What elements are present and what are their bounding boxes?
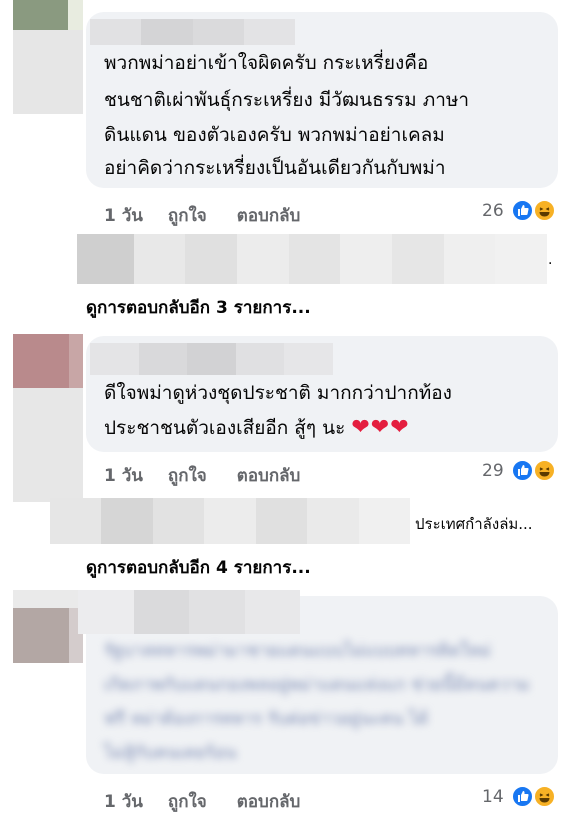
reaction-count[interactable]: 29: [482, 461, 504, 481]
view-more-replies-link[interactable]: ดูการตอบกลับอีก 3 รายการ...: [86, 294, 311, 321]
avatar[interactable]: [13, 334, 83, 388]
avatar-edge: [68, 0, 83, 30]
heart-emoji: ❤❤❤: [351, 415, 410, 440]
commenter-name-redacted[interactable]: [90, 343, 333, 375]
comment-time[interactable]: 1 วัน: [104, 202, 143, 229]
like-reaction-icon: [511, 459, 534, 482]
reply-button[interactable]: ตอบกลับ: [237, 202, 301, 229]
blurred-comment-line: ฟรี หม่าต้องการทหาร รับต่อข่าวอยู่นะคน ไ…: [104, 709, 429, 729]
haha-reaction-icon: [533, 785, 556, 808]
reply-button[interactable]: ตอบกลับ: [237, 462, 301, 489]
reply-preview-redacted[interactable]: [50, 498, 410, 544]
comment-actions: 1 วัน ถูกใจ ตอบกลับ: [104, 788, 300, 815]
blurred-comment-line: รัฐบาลทหารพม่ามาชายแดนแบบไม่แบบทหารคิดให…: [104, 641, 491, 661]
comment-actions: 1 วัน ถูกใจ ตอบกลับ: [104, 462, 300, 489]
blurred-comment-line: เกิดภาพกับแดนกองพลอยู่พม่าแดนแห่งแก ช่วย…: [104, 675, 530, 695]
avatar-lower-block: [13, 30, 83, 114]
comment-text-line: ชนชาติเผ่าพันธุ์กระเหรี่ยง มีวัฒนธรรม ภา…: [104, 89, 470, 111]
view-more-replies-link[interactable]: ดูการตอบกลับอีก 4 รายการ...: [86, 554, 311, 581]
reply-preview-text: .: [548, 252, 553, 268]
reply-button[interactable]: ตอบกลับ: [237, 788, 301, 815]
avatar[interactable]: [13, 608, 83, 663]
haha-reaction-icon: [533, 459, 556, 482]
like-reaction-icon: [511, 199, 534, 222]
comment-text-fragment: ประชาชนตัวเองเสียอีก สู้ๆ นะ: [104, 417, 346, 439]
haha-reaction-icon: [533, 199, 556, 222]
like-reaction-icon: [511, 785, 534, 808]
comment-text-line: อย่าคิดว่ากระเหรี่ยงเป็นอันเดียวกันกับพม…: [104, 157, 446, 179]
comment-actions: 1 วัน ถูกใจ ตอบกลับ: [104, 202, 300, 229]
like-button[interactable]: ถูกใจ: [168, 202, 207, 229]
comment-time[interactable]: 1 วัน: [104, 788, 143, 815]
comment-text-line: ประชาชนตัวเองเสียอีก สู้ๆ นะ ❤❤❤: [104, 409, 410, 447]
comment-time[interactable]: 1 วัน: [104, 462, 143, 489]
reaction-count[interactable]: 26: [482, 201, 504, 221]
comment-text-line: ดินแดน ของตัวเองครับ พวกพม่าอย่าเคลม: [104, 124, 445, 146]
avatar-upper-block: [13, 590, 83, 608]
blurred-comment-line: ไม่สู้กับคนเคยร้อน: [104, 743, 237, 763]
reply-preview-redacted[interactable]: [77, 234, 547, 284]
reply-preview-text: ประเทศกำลังล่ม...: [415, 515, 533, 533]
comment-text-line: ดีใจพม่าดูห่วงชุดประชาติ มากกว่าปากท้อง: [104, 382, 452, 404]
avatar-lower-block: [13, 388, 83, 502]
like-button[interactable]: ถูกใจ: [168, 462, 207, 489]
reaction-count[interactable]: 14: [482, 787, 504, 807]
commenter-name-redacted[interactable]: [78, 590, 300, 634]
like-button[interactable]: ถูกใจ: [168, 788, 207, 815]
comment-text-line: พวกพม่าอย่าเข้าใจผิดครับ กระเหรี่ยงคือ: [104, 52, 429, 74]
commenter-name-redacted[interactable]: [90, 19, 295, 45]
